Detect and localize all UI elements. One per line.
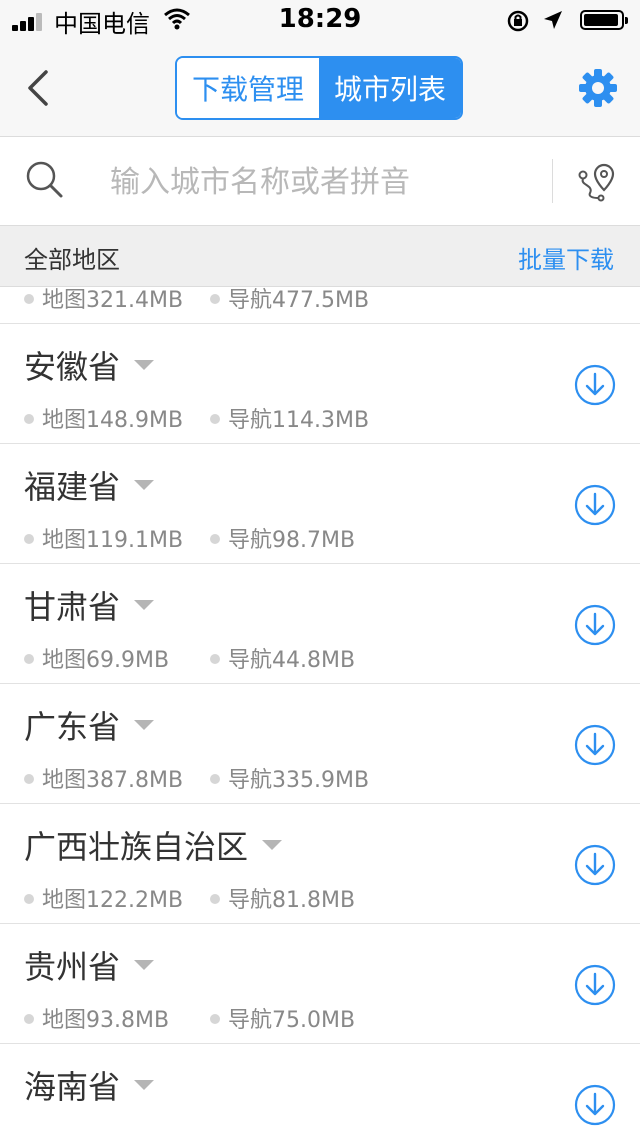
list-item[interactable]: 福建省 地图119.1MB 导航98.7MB xyxy=(0,444,640,564)
bullet-dot xyxy=(210,414,220,424)
batch-download-button[interactable]: 批量下载 xyxy=(518,240,614,275)
region-name: 甘肃省 xyxy=(24,582,155,628)
region-name: 安徽省 xyxy=(24,342,155,388)
caret-down-icon[interactable] xyxy=(134,960,155,970)
list-item[interactable]: 广东省 地图387.8MB 导航335.9MB xyxy=(0,684,640,804)
search-icon xyxy=(26,161,63,198)
region-name: 福建省 xyxy=(24,462,155,508)
navigation-size-text: 导航44.8MB xyxy=(228,648,356,673)
map-size-text: 地图119.1MB xyxy=(42,528,184,553)
region-name: 贵州省 xyxy=(24,942,155,988)
navigation-size-text: 导航81.8MB xyxy=(228,888,356,913)
bullet-dot xyxy=(24,654,34,664)
map-size: 地图148.9MB xyxy=(24,402,183,434)
map-size-text: 地图93.8MB xyxy=(42,1008,170,1033)
region-name-text: 广西壮族自治区 xyxy=(24,828,249,866)
search-input[interactable] xyxy=(108,157,532,207)
region-name: 海南省 xyxy=(24,1062,155,1108)
caret-down-icon[interactable] xyxy=(134,360,155,370)
map-size: 地图122.2MB xyxy=(24,882,183,914)
orientation-lock-icon xyxy=(507,10,529,32)
list-item[interactable]: 海南省 xyxy=(0,1044,640,1136)
region-name-text: 安徽省 xyxy=(24,348,121,386)
navigation-bar: 下载管理 城市列表 xyxy=(0,40,640,137)
navigation-size: 导航335.9MB xyxy=(210,762,369,794)
list-item[interactable]: 甘肃省 地图69.9MB 导航44.8MB xyxy=(0,564,640,684)
navigation-size: 导航75.0MB xyxy=(210,1002,355,1034)
navigation-size: 导航44.8MB xyxy=(210,642,355,674)
route-icon[interactable] xyxy=(576,161,618,203)
caret-down-icon[interactable] xyxy=(134,720,155,730)
bullet-dot xyxy=(210,1014,220,1024)
download-icon[interactable] xyxy=(574,844,616,886)
bullet-dot xyxy=(24,294,34,304)
map-size-text: 地图69.9MB xyxy=(42,648,170,673)
search-bar xyxy=(0,137,640,226)
section-header: 全部地区 批量下载 xyxy=(0,226,640,287)
segmented-control: 下载管理 城市列表 xyxy=(175,56,463,120)
bullet-dot xyxy=(210,294,220,304)
navigation-size-text: 导航477.5MB xyxy=(228,288,370,313)
section-title: 全部地区 xyxy=(24,246,120,274)
map-size: 地图69.9MB xyxy=(24,642,169,674)
caret-down-icon[interactable] xyxy=(262,840,283,850)
map-size: 地图93.8MB xyxy=(24,1002,169,1034)
region-name-text: 贵州省 xyxy=(24,948,121,986)
navigation-size: 导航98.7MB xyxy=(210,522,355,554)
download-icon[interactable] xyxy=(574,604,616,646)
caret-down-icon[interactable] xyxy=(134,1080,155,1090)
bullet-dot xyxy=(210,534,220,544)
bullet-dot xyxy=(210,774,220,784)
navigation-size-text: 导航75.0MB xyxy=(228,1008,356,1033)
download-icon[interactable] xyxy=(574,724,616,766)
bullet-dot xyxy=(24,1014,34,1024)
navigation-size-text: 导航335.9MB xyxy=(228,768,370,793)
region-name-text: 福建省 xyxy=(24,468,121,506)
map-size: 地图387.8MB xyxy=(24,762,183,794)
map-size-text: 地图148.9MB xyxy=(42,408,184,433)
list-item[interactable]: 基础功能包+直辖市 地图321.4MB 导航477.5MB xyxy=(0,287,640,324)
caret-down-icon[interactable] xyxy=(134,600,155,610)
list-item[interactable]: 贵州省 地图93.8MB 导航75.0MB xyxy=(0,924,640,1044)
bullet-dot xyxy=(24,534,34,544)
tab-download-manager[interactable]: 下载管理 xyxy=(177,58,319,118)
region-name-text: 海南省 xyxy=(24,1068,121,1106)
map-size: 地图321.4MB xyxy=(24,287,183,314)
list-item[interactable]: 安徽省 地图148.9MB 导航114.3MB xyxy=(0,324,640,444)
list-item[interactable]: 广西壮族自治区 地图122.2MB 导航81.8MB xyxy=(0,804,640,924)
region-list[interactable]: 基础功能包+直辖市 地图321.4MB 导航477.5MB 安徽省 地图148.… xyxy=(0,287,640,1136)
location-arrow-icon xyxy=(544,11,562,29)
map-size-text: 地图387.8MB xyxy=(42,768,184,793)
download-icon[interactable] xyxy=(574,364,616,406)
navigation-size-text: 导航98.7MB xyxy=(228,528,356,553)
navigation-size: 导航477.5MB xyxy=(210,287,369,314)
bullet-dot xyxy=(210,894,220,904)
bullet-dot xyxy=(24,774,34,784)
download-icon[interactable] xyxy=(574,484,616,526)
back-icon[interactable] xyxy=(20,64,60,112)
battery-icon xyxy=(580,10,628,30)
region-name: 广西壮族自治区 xyxy=(24,822,283,868)
navigation-size: 导航114.3MB xyxy=(210,402,369,434)
map-size-text: 地图122.2MB xyxy=(42,888,184,913)
region-name: 广东省 xyxy=(24,702,155,748)
gear-icon[interactable] xyxy=(578,68,618,108)
navigation-size: 导航81.8MB xyxy=(210,882,355,914)
tab-city-list[interactable]: 城市列表 xyxy=(319,58,461,118)
map-size: 地图119.1MB xyxy=(24,522,183,554)
region-name-text: 广东省 xyxy=(24,708,121,746)
download-icon[interactable] xyxy=(574,1084,616,1126)
navigation-size-text: 导航114.3MB xyxy=(228,408,370,433)
search-divider xyxy=(552,159,553,203)
status-bar: 中国电信 18:29 xyxy=(0,0,640,40)
map-size-text: 地图321.4MB xyxy=(42,288,184,313)
bullet-dot xyxy=(24,894,34,904)
region-name-text: 甘肃省 xyxy=(24,588,121,626)
download-icon[interactable] xyxy=(574,964,616,1006)
bullet-dot xyxy=(210,654,220,664)
bullet-dot xyxy=(24,414,34,424)
caret-down-icon[interactable] xyxy=(134,480,155,490)
